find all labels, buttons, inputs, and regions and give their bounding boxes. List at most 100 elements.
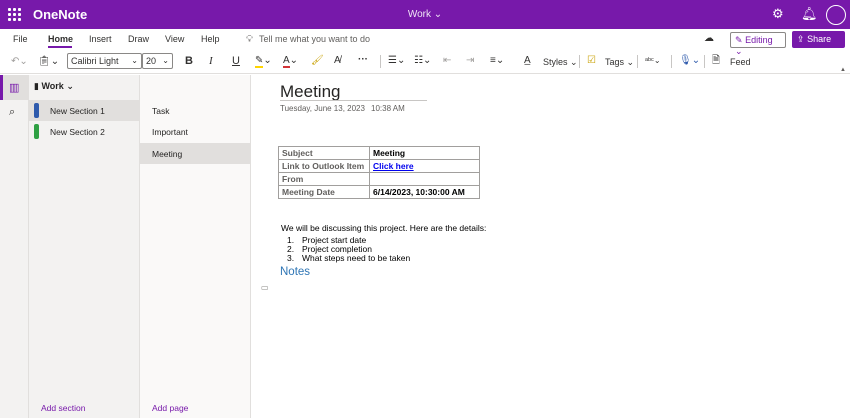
search-icon[interactable]: ⌕ bbox=[9, 106, 15, 119]
notebook-icon: ▮ bbox=[34, 81, 39, 91]
styles-icon[interactable]: A̲ bbox=[524, 55, 531, 67]
active-tab-indicator bbox=[48, 46, 72, 48]
bell-icon[interactable]: 🔔︎ bbox=[801, 7, 818, 21]
clear-formatting-icon[interactable]: A̸ bbox=[334, 55, 341, 67]
font-name-select[interactable]: Calibri Light ⌄ bbox=[67, 53, 142, 69]
italic-button[interactable]: I bbox=[209, 55, 213, 67]
title-underline bbox=[280, 100, 427, 101]
editing-mode-button[interactable]: ✎ Editing ⌄ bbox=[730, 32, 786, 56]
bold-button[interactable]: B bbox=[185, 55, 193, 67]
section-label: New Section 2 bbox=[50, 127, 105, 137]
clipboard-icon[interactable]: 📋︎⌄ bbox=[38, 56, 59, 68]
add-section-button[interactable]: Add section bbox=[41, 403, 85, 413]
tags-label: Tags bbox=[605, 57, 625, 67]
font-name-value: Calibri Light bbox=[71, 56, 119, 66]
page-item-task[interactable]: Task bbox=[140, 100, 251, 121]
section-color-tab bbox=[34, 103, 39, 118]
sync-cloud-icon[interactable]: ☁ bbox=[704, 33, 714, 44]
feed-button[interactable]: Feed bbox=[730, 57, 751, 67]
page-item-important[interactable]: Important bbox=[140, 121, 251, 142]
font-size-select[interactable]: 20 ⌄ bbox=[142, 53, 173, 69]
microphone-icon[interactable]: 🎙︎⌄ bbox=[679, 55, 700, 67]
table-value[interactable] bbox=[369, 172, 480, 186]
table-value: Click here bbox=[369, 159, 480, 173]
tell-me-search[interactable]: 💡︎ Tell me what you want to do bbox=[246, 34, 370, 45]
menu-view[interactable]: View bbox=[165, 34, 184, 44]
chevron-down-icon: ⌄ bbox=[570, 57, 578, 67]
styles-label: Styles bbox=[543, 57, 568, 67]
notebook-name: Work bbox=[41, 81, 64, 91]
feed-icon[interactable]: 🗎 bbox=[712, 55, 720, 67]
collapse-ribbon-icon[interactable]: ▲ bbox=[840, 67, 846, 73]
toolbar-divider bbox=[671, 55, 672, 68]
section-color-tab bbox=[34, 124, 39, 139]
share-icon: ⇪ bbox=[797, 34, 805, 44]
underline-button[interactable]: U bbox=[232, 55, 240, 67]
page-date: Tuesday, June 13, 2023 bbox=[280, 104, 365, 113]
styles-button[interactable]: Styles ⌄ bbox=[543, 57, 578, 68]
document-title[interactable]: Work ⌄ bbox=[0, 9, 850, 20]
table-row: Subject Meeting bbox=[278, 146, 480, 160]
chevron-down-icon: ⌄ bbox=[626, 57, 635, 67]
add-page-button[interactable]: Add page bbox=[152, 403, 188, 413]
chevron-down-icon: ⌄ bbox=[162, 56, 169, 65]
format-painter-icon[interactable]: 🖌︎ bbox=[311, 55, 324, 67]
align-icon[interactable]: ≡⌄ bbox=[490, 55, 504, 67]
menu-file[interactable]: File bbox=[13, 34, 28, 44]
page-item-meeting[interactable]: Meeting bbox=[140, 143, 251, 164]
tags-button[interactable]: Tags ⌄ bbox=[605, 57, 634, 68]
chevron-down-icon: ⌄ bbox=[66, 81, 74, 91]
table-value[interactable]: 6/14/2023, 10:30:00 AM bbox=[369, 185, 480, 199]
page-time: 10:38 AM bbox=[371, 104, 405, 113]
section-item-new-section-1[interactable]: New Section 1 bbox=[29, 100, 140, 121]
meeting-details-table: Subject Meeting Link to Outlook Item Cli… bbox=[278, 146, 480, 199]
page-title[interactable]: Meeting bbox=[280, 82, 340, 102]
table-value[interactable]: Meeting bbox=[369, 146, 480, 160]
chevron-down-icon: ⌄ bbox=[131, 56, 138, 65]
paragraph-handle-icon[interactable]: ▭ bbox=[261, 283, 269, 292]
font-size-value: 20 bbox=[146, 56, 157, 66]
undo-icon[interactable]: ↶⌄ bbox=[11, 56, 28, 68]
notebook-selector[interactable]: ▮ Work ⌄ bbox=[34, 81, 74, 92]
table-key: Link to Outlook Item bbox=[278, 159, 370, 173]
decrease-indent-icon[interactable]: ⇤ bbox=[443, 55, 451, 67]
tag-icon[interactable]: ☑ bbox=[587, 55, 596, 67]
gear-icon[interactable]: ⚙ bbox=[772, 7, 784, 21]
numbering-icon[interactable]: ☷⌄ bbox=[414, 55, 431, 67]
toolbar-divider bbox=[579, 55, 580, 68]
bullets-icon[interactable]: ☰⌄ bbox=[388, 55, 405, 67]
table-key: From bbox=[278, 172, 370, 186]
title-bar: OneNote Work ⌄ ⚙ 🔔︎ bbox=[0, 0, 850, 29]
menu-help[interactable]: Help bbox=[201, 34, 220, 44]
left-rail bbox=[0, 75, 29, 418]
section-item-new-section-2[interactable]: New Section 2 bbox=[29, 121, 140, 142]
avatar[interactable] bbox=[826, 5, 846, 25]
more-options-icon[interactable]: ··· bbox=[358, 54, 368, 66]
list-number: 3. bbox=[287, 253, 295, 263]
notes-heading[interactable]: Notes bbox=[280, 266, 310, 278]
menu-home[interactable]: Home bbox=[48, 34, 73, 44]
tell-me-text: Tell me what you want to do bbox=[259, 34, 371, 44]
menu-insert[interactable]: Insert bbox=[89, 34, 112, 44]
share-label: Share bbox=[807, 34, 832, 44]
spelling-icon[interactable]: ᵃᵇᶜ⌄ bbox=[645, 55, 661, 67]
list-item[interactable]: 3. What steps need to be taken bbox=[287, 254, 410, 263]
details-list: 1. Project start date 2. Project completio… bbox=[287, 236, 410, 263]
toolbar-divider bbox=[637, 55, 638, 68]
document-title-text: Work bbox=[407, 9, 431, 20]
toolbar-divider bbox=[380, 55, 381, 68]
font-color-icon[interactable]: A⌄ bbox=[283, 55, 298, 68]
list-text: What steps need to be taken bbox=[302, 253, 411, 263]
intro-paragraph[interactable]: We will be discussing this project. Here… bbox=[281, 223, 486, 233]
table-key: Meeting Date bbox=[278, 185, 370, 199]
highlighter-icon[interactable]: ✎⌄ bbox=[255, 55, 272, 68]
share-button[interactable]: ⇪ Share ⌄ bbox=[792, 31, 845, 55]
menu-draw[interactable]: Draw bbox=[128, 34, 149, 44]
table-row: Link to Outlook Item Click here bbox=[278, 159, 480, 173]
notebooks-icon: ▥ bbox=[9, 82, 20, 94]
pencil-icon: ✎ bbox=[735, 35, 743, 45]
increase-indent-icon[interactable]: ⇥ bbox=[466, 55, 474, 67]
outlook-item-link[interactable]: Click here bbox=[373, 161, 414, 171]
section-label: New Section 1 bbox=[50, 106, 105, 116]
table-row: Meeting Date 6/14/2023, 10:30:00 AM bbox=[278, 185, 480, 199]
